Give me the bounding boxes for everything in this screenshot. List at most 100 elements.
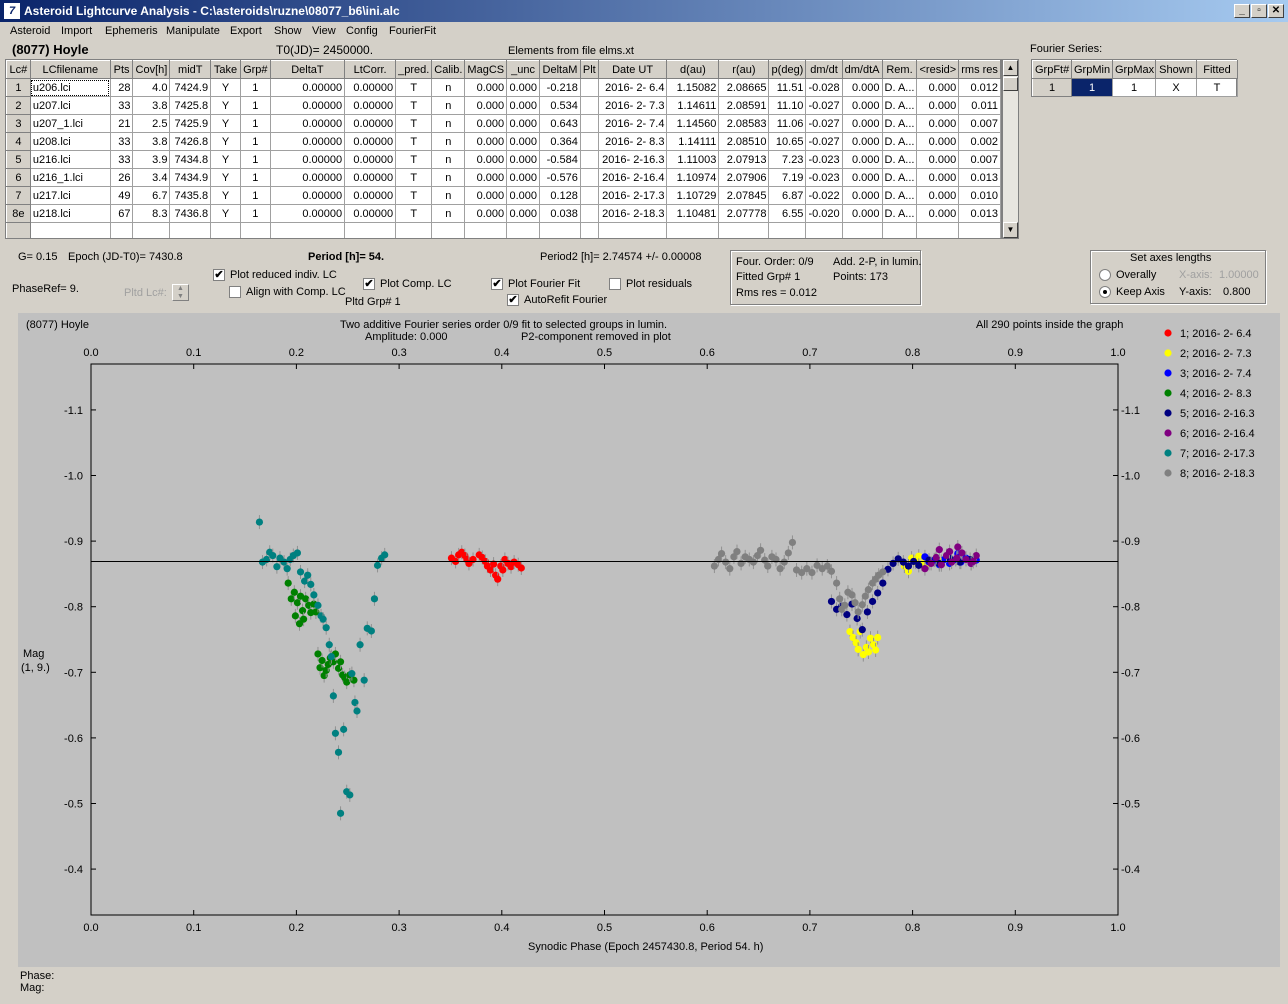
- table-cell[interactable]: 0.00000: [344, 204, 397, 223]
- table-cell[interactable]: 2.08510: [718, 132, 770, 151]
- table-cell[interactable]: u218.lci: [29, 204, 111, 223]
- table-cell[interactable]: 0.00000: [269, 186, 346, 205]
- column-header[interactable]: Cov[h]: [132, 60, 171, 79]
- table-cell[interactable]: T: [395, 204, 433, 223]
- table-cell[interactable]: 0.128: [539, 186, 581, 205]
- table-cell[interactable]: 0.000: [916, 114, 960, 133]
- menu-fourierfit[interactable]: FourierFit: [389, 25, 436, 37]
- table-cell[interactable]: 7434.8: [169, 150, 212, 169]
- column-header[interactable]: r(au): [718, 60, 770, 79]
- table-cell[interactable]: 2.08665: [718, 78, 770, 97]
- menu-view[interactable]: View: [312, 25, 336, 37]
- table-cell[interactable]: 10.65: [768, 132, 807, 151]
- table-cell[interactable]: 2016- 2- 7.4: [597, 114, 668, 133]
- table-cell[interactable]: -0.584: [539, 150, 581, 169]
- column-header[interactable]: <resid>: [916, 60, 960, 79]
- column-header[interactable]: Fitted: [1196, 60, 1238, 79]
- table-cell[interactable]: u207.lci: [29, 96, 111, 115]
- table-cell[interactable]: 0.364: [539, 132, 581, 151]
- table-cell[interactable]: 0.013: [958, 204, 1001, 223]
- table-cell[interactable]: 0.000: [506, 168, 541, 187]
- table-cell[interactable]: 0.010: [958, 186, 1001, 205]
- table-cell[interactable]: 7: [6, 186, 31, 205]
- table-cell[interactable]: 1: [239, 78, 271, 97]
- column-header[interactable]: Grp#: [239, 60, 271, 79]
- table-cell[interactable]: [395, 222, 433, 238]
- table-cell[interactable]: [579, 96, 599, 115]
- table-cell[interactable]: 0.00000: [269, 96, 346, 115]
- table-row[interactable]: 7 u217.lci 49 6.7 7435.8 Y 1 0.00000 0.00000 Tn 0.…: [6, 186, 1001, 205]
- table-cell[interactable]: 7425.9: [169, 114, 212, 133]
- column-header[interactable]: Rem.: [881, 60, 918, 79]
- table-cell[interactable]: [579, 132, 599, 151]
- minimize-button[interactable]: _: [1234, 4, 1250, 18]
- table-cell[interactable]: 1: [239, 186, 271, 205]
- table-cell[interactable]: u216.lci: [29, 150, 111, 169]
- table-cell[interactable]: [6, 222, 31, 238]
- fourier-group-table[interactable]: GrpFt# GrpMin GrpMax Shown Fitted 111XT: [1031, 59, 1238, 97]
- column-header[interactable]: MagCS: [464, 60, 508, 79]
- table-cell[interactable]: D. A...: [881, 96, 918, 115]
- table-cell[interactable]: u206.lci: [29, 78, 111, 97]
- menu-ephemeris[interactable]: Ephemeris: [105, 25, 158, 37]
- table-cell[interactable]: 0.000: [506, 132, 541, 151]
- table-cell[interactable]: n: [431, 78, 466, 97]
- column-header[interactable]: _pred.: [395, 60, 433, 79]
- pltd-lc-spinner[interactable]: ▲ ▼: [172, 284, 189, 301]
- table-cell[interactable]: 0.000: [916, 168, 960, 187]
- autorefit-checkbox[interactable]: ✔: [507, 294, 519, 306]
- table-cell[interactable]: 2.07906: [718, 168, 770, 187]
- table-cell[interactable]: T: [395, 96, 433, 115]
- table-cell[interactable]: 1: [6, 78, 31, 97]
- table-cell[interactable]: 0.000: [464, 132, 508, 151]
- table-cell[interactable]: 1.14611: [666, 96, 720, 115]
- table-cell[interactable]: T: [395, 132, 433, 151]
- table-cell[interactable]: 5: [6, 150, 31, 169]
- table-cell[interactable]: 1: [1071, 78, 1113, 97]
- table-cell[interactable]: 0.000: [841, 96, 883, 115]
- table-cell[interactable]: n: [431, 204, 466, 223]
- table-cell[interactable]: 7436.8: [169, 204, 212, 223]
- table-cell[interactable]: [579, 168, 599, 187]
- table-cell[interactable]: 0.000: [841, 204, 883, 223]
- plot-comp-checkbox[interactable]: ✔: [363, 278, 375, 290]
- table-cell[interactable]: 26: [109, 168, 134, 187]
- column-header[interactable]: GrpMax: [1112, 60, 1156, 79]
- table-row[interactable]: 6 u216_1.lci 26 3.4 7434.9 Y 1 0.00000 0.00000 Tn…: [6, 168, 1001, 187]
- table-row[interactable]: 5 u216.lci 33 3.9 7434.8 Y 1 0.00000 0.00000 Tn 0.…: [6, 150, 1001, 169]
- table-cell[interactable]: 0.000: [464, 96, 508, 115]
- table-cell[interactable]: Y: [210, 78, 241, 97]
- table-cell[interactable]: -0.028: [805, 78, 843, 97]
- column-header[interactable]: GrpMin: [1071, 60, 1113, 79]
- table-cell[interactable]: 7435.8: [169, 186, 212, 205]
- menu-show[interactable]: Show: [274, 25, 302, 37]
- menu-config[interactable]: Config: [346, 25, 378, 37]
- table-row[interactable]: 4 u208.lci 33 3.8 7426.8 Y 1 0.00000 0.00000 Tn 0.…: [6, 132, 1001, 151]
- table-cell[interactable]: 7426.8: [169, 132, 212, 151]
- table-cell[interactable]: 8e: [6, 204, 31, 223]
- table-cell[interactable]: 0.000: [916, 150, 960, 169]
- table-cell[interactable]: T: [395, 78, 433, 97]
- scroll-thumb[interactable]: [1003, 77, 1018, 91]
- table-cell[interactable]: [597, 222, 668, 238]
- table-cell[interactable]: 3.8: [132, 132, 171, 151]
- column-header[interactable]: d(au): [666, 60, 720, 79]
- table-cell[interactable]: 0.000: [506, 186, 541, 205]
- table-cell[interactable]: 1: [1112, 78, 1156, 97]
- table-cell[interactable]: [579, 186, 599, 205]
- scroll-up-icon[interactable]: ▲: [1003, 60, 1018, 76]
- table-cell[interactable]: 0.000: [506, 150, 541, 169]
- table-cell[interactable]: 0.000: [841, 114, 883, 133]
- table-cell[interactable]: 0.000: [916, 186, 960, 205]
- table-cell[interactable]: 4: [6, 132, 31, 151]
- table-cell[interactable]: -0.576: [539, 168, 581, 187]
- table-cell[interactable]: 0.643: [539, 114, 581, 133]
- table-cell[interactable]: X: [1155, 78, 1197, 97]
- table-cell[interactable]: 1: [239, 204, 271, 223]
- table-cell[interactable]: n: [431, 96, 466, 115]
- table-cell[interactable]: 7.19: [768, 168, 807, 187]
- table-cell[interactable]: 1: [1032, 78, 1072, 97]
- table-cell[interactable]: 0.000: [464, 78, 508, 97]
- table-cell[interactable]: T: [395, 150, 433, 169]
- table-cell[interactable]: 7424.9: [169, 78, 212, 97]
